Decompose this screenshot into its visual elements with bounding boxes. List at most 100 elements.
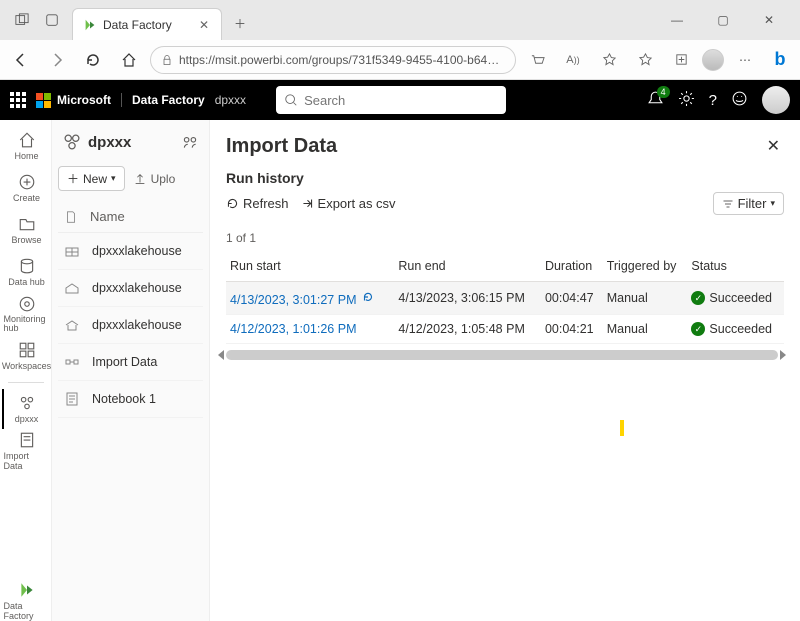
column-header[interactable]: Name [58,201,203,233]
run-history-panel: Import Data ✕ Run history Refresh Export… [210,120,800,621]
nav-back-button[interactable] [6,45,36,75]
nav-forward-button[interactable] [42,45,72,75]
browser-titlebar: Data Factory ✕ ＋ — ▢ ✕ [0,0,800,40]
rail-browse[interactable]: Browse [2,210,50,250]
text-cursor [620,420,624,436]
lakehouse-icon [64,243,80,259]
item-importdata[interactable]: Import Data [58,344,203,381]
col-run-end[interactable]: Run end [394,251,541,282]
refresh-button[interactable]: Refresh [226,196,289,211]
horizontal-scrollbar[interactable] [226,350,778,360]
export-csv-button[interactable]: Export as csv [301,196,396,211]
microsoft-logo: Microsoft [36,93,111,108]
file-icon [64,210,78,224]
address-bar[interactable]: https://msit.powerbi.com/groups/731f5349… [150,46,516,74]
notebook-icon [64,391,80,407]
chevron-down-icon: ▾ [111,173,116,184]
chevron-down-icon: ▾ [770,198,775,209]
table-row[interactable]: 4/13/2023, 3:01:27 PM 4/13/2023, 3:06:15… [226,282,784,315]
rail-create[interactable]: Create [2,168,50,208]
datafactory-favicon-icon [83,18,97,32]
workspaces-browser-icon[interactable] [40,8,64,32]
favorites-icon[interactable] [630,45,660,75]
rail-datafactory[interactable]: Data Factory [2,581,50,621]
browser-profile-avatar[interactable] [702,49,724,71]
panel-title: Import Data [226,135,337,158]
product-header: Microsoft Data Factory dpxxx 4 ? [0,80,800,120]
nav-refresh-button[interactable] [78,45,108,75]
search-icon [284,93,298,107]
item-lakehouse[interactable]: dpxxxlakehouse [58,307,203,344]
gear-icon [678,90,695,107]
col-duration[interactable]: Duration [541,251,603,282]
panel-subtitle: Run history [226,170,784,186]
pipeline-icon [64,354,80,370]
bing-sidebar-icon[interactable]: b [766,46,794,74]
item-notebook[interactable]: Notebook 1 [58,381,203,418]
url-text: https://msit.powerbi.com/groups/731f5349… [179,53,505,67]
tab-title: Data Factory [103,18,191,32]
rail-monitoring[interactable]: Monitoring hub [2,294,50,334]
run-start-link[interactable]: 4/12/2023, 1:01:26 PM [230,322,356,336]
upload-button[interactable]: Uplo [133,172,176,186]
search-field[interactable] [304,93,498,108]
col-triggered-by[interactable]: Triggered by [603,251,688,282]
rail-dpxxx[interactable]: dpxxx [2,389,50,429]
filter-icon [722,198,734,210]
rerun-icon[interactable] [360,289,376,305]
product-name[interactable]: Data Factory [121,93,205,107]
browser-toolbar: https://msit.powerbi.com/groups/731f5349… [0,40,800,80]
lakehouse-icon [64,280,80,296]
search-input[interactable] [276,86,506,114]
rail-workspaces[interactable]: Workspaces [2,336,50,376]
item-lakehouse[interactable]: dpxxxlakehouse [58,270,203,307]
window-close-button[interactable]: ✕ [750,6,788,34]
workspace-settings-icon[interactable] [181,133,199,151]
col-run-start[interactable]: Run start [226,251,394,282]
workspace-nav: dpxxx ＋New▾ Uplo Name dpxxxlakehouse dpx… [52,120,210,621]
user-avatar[interactable] [762,86,790,114]
table-row[interactable]: 4/12/2023, 1:01:26 PM 4/12/2023, 1:05:48… [226,315,784,344]
feedback-button[interactable] [731,90,748,110]
success-icon: ✓ [691,291,705,305]
workspace-name: dpxxx [88,134,131,151]
read-aloud-icon[interactable]: A)) [558,45,588,75]
item-lakehouse[interactable]: dpxxxlakehouse [58,233,203,270]
export-icon [301,197,314,210]
window-minimize-button[interactable]: — [658,6,696,34]
success-icon: ✓ [691,322,705,336]
browser-tab[interactable]: Data Factory ✕ [72,8,222,40]
result-count: 1 of 1 [226,231,784,245]
microsoft-squares-icon [36,93,51,108]
filter-button[interactable]: Filter▾ [713,192,784,215]
collections-icon[interactable] [666,45,696,75]
workspace-icon [62,132,82,152]
smiley-icon [731,90,748,107]
new-tab-button[interactable]: ＋ [226,9,254,37]
brand-text: Microsoft [57,93,111,107]
left-rail: Home Create Browse Data hub Monitoring h… [0,120,52,621]
rail-datahub[interactable]: Data hub [2,252,50,292]
window-maximize-button[interactable]: ▢ [704,6,742,34]
rail-home[interactable]: Home [2,126,50,166]
notification-badge: 4 [657,86,670,98]
col-status[interactable]: Status [687,251,784,282]
help-button[interactable]: ? [709,92,717,109]
lakehouse-icon [64,317,80,333]
settings-button[interactable] [678,90,695,110]
run-history-table: Run start Run end Duration Triggered by … [226,251,784,344]
tab-close-icon[interactable]: ✕ [197,18,211,32]
refresh-icon [226,197,239,210]
run-start-link[interactable]: 4/13/2023, 3:01:27 PM [230,293,356,307]
add-favorite-icon[interactable] [594,45,624,75]
tab-actions-icon[interactable] [10,8,34,32]
new-button[interactable]: ＋New▾ [58,166,125,191]
browser-more-icon[interactable]: ⋯ [730,45,760,75]
panel-close-button[interactable]: ✕ [763,132,784,160]
nav-home-button[interactable] [114,45,144,75]
breadcrumb[interactable]: dpxxx [215,93,246,107]
notifications-button[interactable]: 4 [647,90,664,110]
app-launcher-icon[interactable] [10,92,26,108]
rail-importdata[interactable]: Import Data [2,431,50,471]
shopping-icon[interactable] [522,45,552,75]
